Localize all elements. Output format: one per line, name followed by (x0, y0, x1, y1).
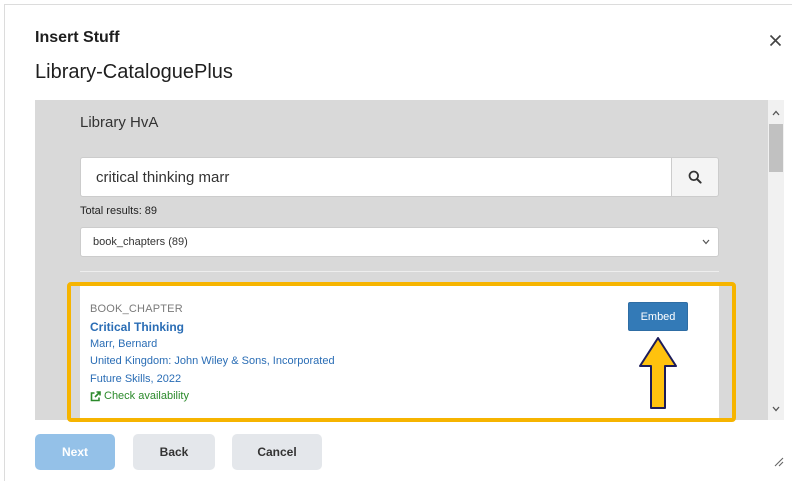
external-link-icon (90, 390, 101, 401)
close-icon[interactable] (769, 34, 782, 47)
result-source-link[interactable]: Future Skills, 2022 (90, 373, 181, 385)
search-icon (688, 170, 702, 184)
divider (80, 271, 719, 272)
filter-select[interactable]: book_chapters (89) (80, 227, 719, 257)
result-publisher: United Kingdom: John Wiley & Sons, Incor… (90, 355, 335, 367)
search-input[interactable] (80, 157, 672, 197)
dialog-title: Insert Stuff (35, 29, 120, 46)
cancel-button[interactable]: Cancel (232, 434, 322, 470)
result-type: BOOK_CHAPTER (90, 303, 183, 315)
result-card: BOOK_CHAPTER Critical Thinking Marr, Ber… (80, 285, 719, 420)
result-author-link[interactable]: Marr, Bernard (90, 338, 157, 350)
scroll-down-icon[interactable] (772, 406, 780, 412)
scrollbar-thumb[interactable] (769, 124, 783, 172)
filter-selected-value: book_chapters (89) (93, 236, 188, 248)
embed-button[interactable]: Embed (628, 302, 688, 331)
back-button[interactable]: Back (133, 434, 215, 470)
chevron-down-icon (702, 239, 710, 245)
next-button[interactable]: Next (35, 434, 115, 470)
library-name: Library HvA (80, 114, 159, 131)
dialog-subtitle: Library-CataloguePlus (35, 61, 233, 83)
search-button[interactable] (672, 157, 719, 197)
up-arrow-icon (639, 337, 677, 409)
check-availability-link[interactable]: Check availability (90, 390, 189, 402)
resize-handle-icon[interactable] (772, 455, 784, 467)
check-availability-label: Check availability (104, 390, 189, 402)
scroll-up-icon[interactable] (772, 110, 780, 116)
total-results: Total results: 89 (80, 205, 158, 217)
result-title-link[interactable]: Critical Thinking (90, 320, 184, 334)
scrollbar[interactable] (768, 100, 784, 420)
